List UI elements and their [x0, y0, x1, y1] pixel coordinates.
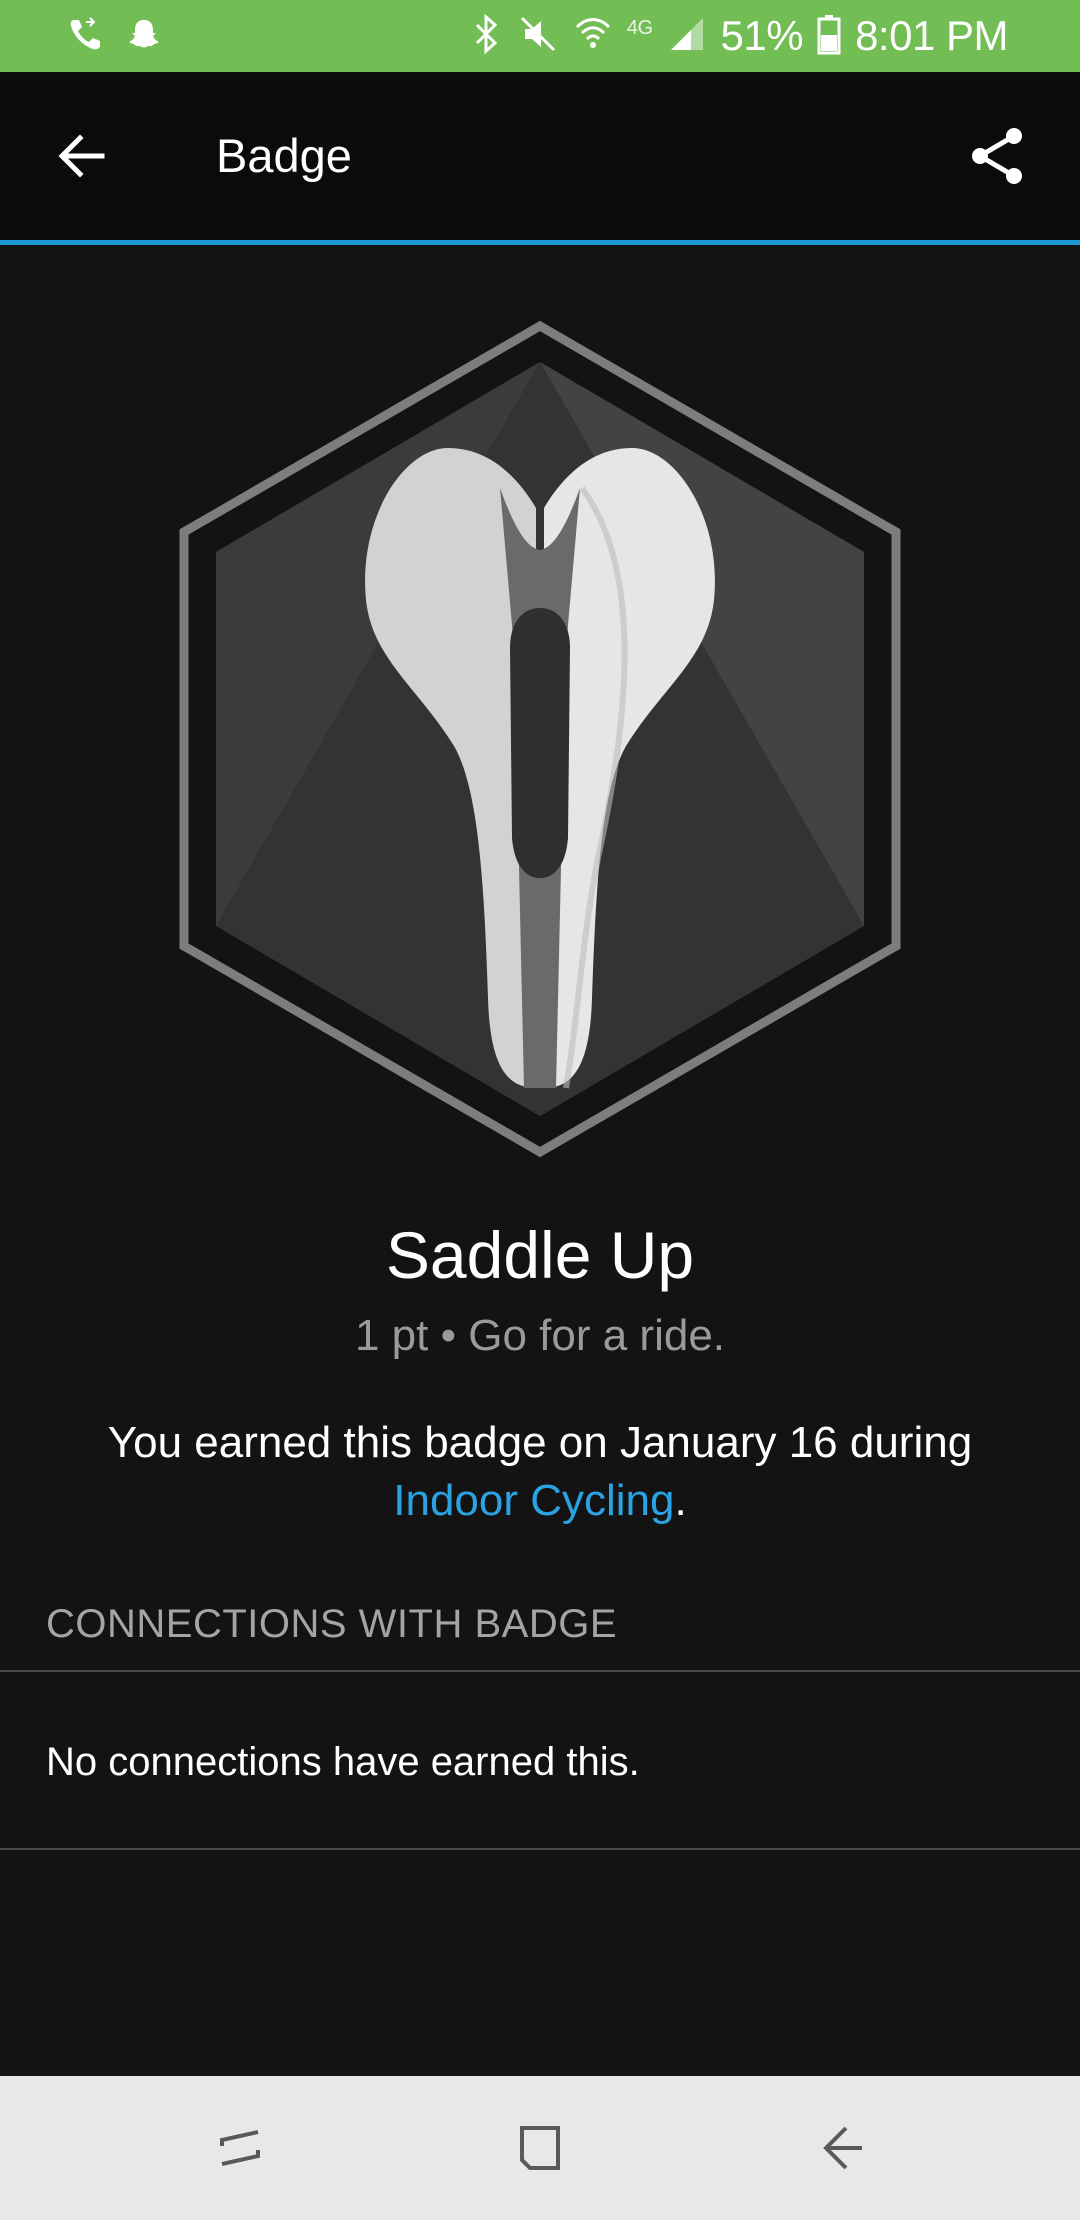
page-title: Badge [216, 129, 352, 182]
divider [0, 1670, 1080, 1672]
home-button[interactable] [504, 2112, 576, 2184]
status-bar: 4G 51% 8:01 PM [0, 0, 1080, 72]
back-button[interactable] [46, 120, 118, 192]
badge-name: Saddle Up [385, 1218, 695, 1292]
earned-info-text: You earned this badge on January 16 duri… [107, 1418, 973, 1467]
battery-percentage: 51% [720, 12, 804, 59]
bike-saddle-icon [179, 320, 901, 1158]
wifi-call-icon [66, 14, 106, 59]
badge-description: 1 pt • Go for a ride. [354, 1311, 726, 1360]
clock: 8:01 PM [855, 12, 1008, 59]
wifi-icon [573, 13, 613, 60]
badge-image [178, 318, 902, 1160]
battery-icon [817, 13, 841, 60]
app-bar: Badge [0, 72, 1080, 240]
arrow-left-icon [58, 134, 105, 178]
earned-info: You earned this badge on January 16 duri… [40, 1414, 1040, 1530]
mute-icon [517, 13, 559, 60]
recent-apps-icon [220, 2130, 260, 2166]
signal-icon [667, 14, 707, 59]
connections-section-header: CONNECTIONS WITH BADGE [46, 1602, 618, 1646]
status-right-icons: 4G 51% 8:01 PM [469, 8, 1008, 64]
bluetooth-icon [469, 13, 503, 60]
share-icon [972, 128, 1022, 184]
system-navigation-bar [0, 2076, 1080, 2220]
back-icon [823, 2126, 862, 2170]
status-left-icons [66, 12, 162, 60]
snapchat-icon [126, 16, 162, 57]
earned-info-suffix: . [674, 1476, 687, 1525]
app-bar-accent-line [0, 240, 1080, 245]
connections-empty-message: No connections have earned this. [46, 1740, 640, 1784]
back-nav-button[interactable] [808, 2112, 880, 2184]
home-icon [520, 2126, 560, 2170]
share-button[interactable] [954, 112, 1042, 200]
network-type: 4G [626, 17, 653, 39]
activity-link[interactable]: Indoor Cycling [393, 1476, 674, 1525]
divider [0, 1848, 1080, 1850]
recent-apps-button[interactable] [204, 2112, 276, 2184]
